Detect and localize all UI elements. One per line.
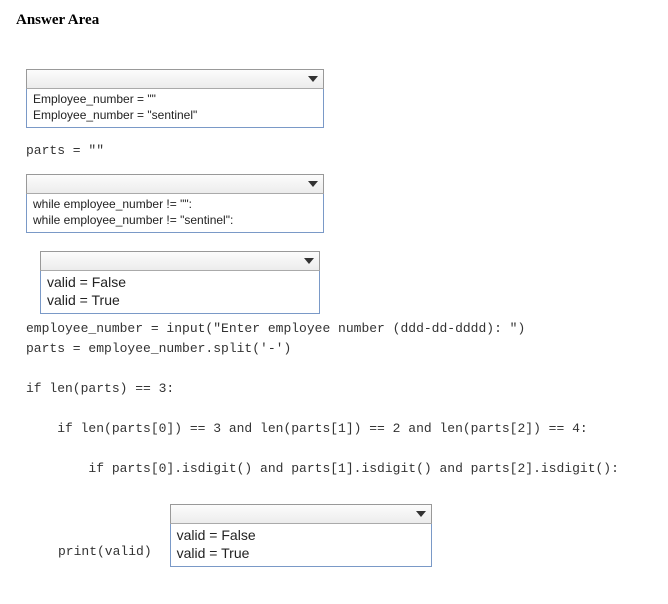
chevron-down-icon — [301, 253, 317, 269]
dropdown-option[interactable]: while employee_number != "sentinel": — [33, 212, 317, 228]
code-parts-init: parts = "" — [26, 142, 656, 160]
chevron-down-icon — [305, 176, 321, 192]
dropdown-options: valid = False valid = True — [170, 523, 432, 567]
chevron-down-icon — [413, 506, 429, 522]
code-if-len3: if len(parts) == 3: — [26, 380, 656, 398]
dropdown-head[interactable] — [40, 251, 320, 271]
code-print-valid: print(valid) — [58, 543, 152, 567]
code-if-digits: if parts[0].isdigit() and parts[1].isdig… — [26, 460, 656, 478]
dropdown-option[interactable]: valid = True — [177, 544, 425, 562]
dropdown-option[interactable]: valid = False — [47, 273, 313, 291]
dropdown-option[interactable]: valid = False — [177, 526, 425, 544]
dropdown-while-loop[interactable]: while employee_number != "": while emplo… — [26, 174, 324, 233]
dropdown-head[interactable] — [26, 69, 324, 89]
dropdown-employee-init[interactable]: Employee_number = "" Employee_number = "… — [26, 69, 324, 128]
dropdown-head[interactable] — [170, 504, 432, 524]
dropdown-options: while employee_number != "": while emplo… — [26, 193, 324, 233]
dropdown-head[interactable] — [26, 174, 324, 194]
dropdown-options: valid = False valid = True — [40, 270, 320, 314]
dropdown-option[interactable]: valid = True — [47, 291, 313, 309]
dropdown-option[interactable]: Employee_number = "sentinel" — [33, 107, 317, 123]
dropdown-options: Employee_number = "" Employee_number = "… — [26, 88, 324, 128]
dropdown-option[interactable]: Employee_number = "" — [33, 91, 317, 107]
code-split: parts = employee_number.split('-') — [26, 340, 656, 358]
dropdown-valid-assign[interactable]: valid = False valid = True — [170, 504, 432, 567]
dropdown-option[interactable]: while employee_number != "": — [33, 196, 317, 212]
code-input: employee_number = input("Enter employee … — [26, 320, 656, 338]
dropdown-valid-init[interactable]: valid = False valid = True — [40, 251, 320, 314]
page-title: Answer Area — [16, 12, 656, 29]
code-if-lens: if len(parts[0]) == 3 and len(parts[1]) … — [26, 420, 656, 438]
chevron-down-icon — [305, 71, 321, 87]
